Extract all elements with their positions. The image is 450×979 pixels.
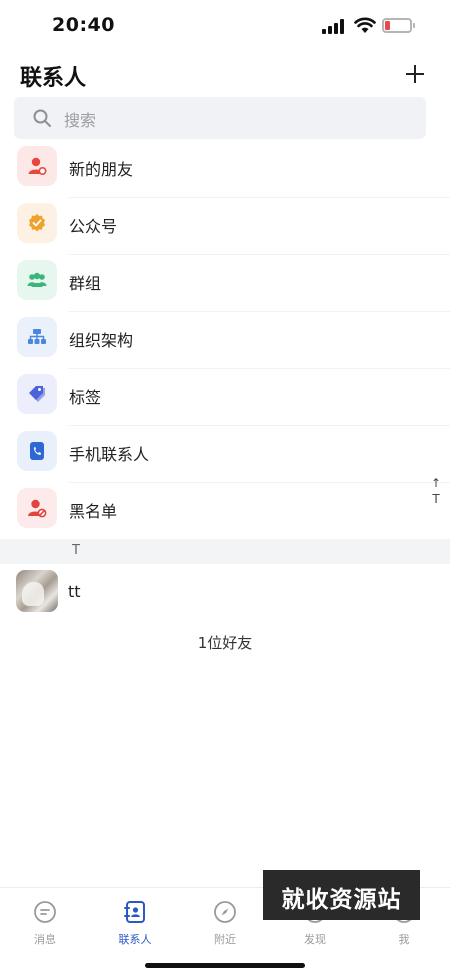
menu-item-groups[interactable]: 群组 xyxy=(0,255,450,312)
group-icon xyxy=(17,260,57,300)
tab-label: 消息 xyxy=(34,933,56,946)
contact-name: tt xyxy=(68,582,81,601)
wifi-icon xyxy=(354,17,376,33)
tab-nearby[interactable]: 附近 xyxy=(190,894,260,948)
menu-label: 标签 xyxy=(69,388,102,407)
contact-row[interactable]: tt xyxy=(0,567,450,619)
tab-messages[interactable]: 消息 xyxy=(10,894,80,948)
watermark: 就收资源站 xyxy=(263,870,420,920)
section-letter: T xyxy=(72,543,80,558)
battery-icon xyxy=(382,18,415,33)
blacklist-icon xyxy=(17,488,57,528)
new-friend-icon xyxy=(17,146,57,186)
message-icon xyxy=(34,901,56,923)
menu-label: 组织架构 xyxy=(69,331,134,350)
status-time: 20:40 xyxy=(52,14,115,36)
signal-icon xyxy=(322,18,348,34)
contacts-icon xyxy=(124,901,145,923)
menu-item-new-friends[interactable]: 新的朋友 xyxy=(0,141,450,198)
tab-label: 我 xyxy=(398,933,410,946)
search-icon xyxy=(33,109,51,127)
status-bar: 20:40 xyxy=(0,0,450,54)
menu-label: 群组 xyxy=(69,274,102,293)
tab-label: 附近 xyxy=(214,933,236,946)
phone-contacts-icon xyxy=(17,431,57,471)
menu-item-tags[interactable]: 标签 xyxy=(0,369,450,426)
page-title: 联系人 xyxy=(20,66,87,91)
official-account-icon xyxy=(17,203,57,243)
menu-label: 手机联系人 xyxy=(69,445,150,464)
menu-label: 新的朋友 xyxy=(69,160,134,179)
menu-label: 公众号 xyxy=(69,217,118,236)
add-contact-button[interactable] xyxy=(398,58,432,90)
avatar xyxy=(16,570,58,612)
tag-icon xyxy=(17,374,57,414)
tab-label: 联系人 xyxy=(118,933,152,946)
alphabet-index[interactable]: ↑ T xyxy=(426,475,446,507)
battery-level xyxy=(385,21,390,30)
menu-label: 黑名单 xyxy=(69,502,118,521)
tab-contacts[interactable]: 联系人 xyxy=(100,894,170,948)
compass-icon xyxy=(214,901,236,923)
search-input[interactable]: 搜索 xyxy=(14,97,426,139)
section-header: T xyxy=(0,539,450,564)
tab-label: 发现 xyxy=(304,933,326,946)
menu-item-blacklist[interactable]: 黑名单 xyxy=(0,483,450,540)
watermark-text: 就收资源站 xyxy=(281,887,402,913)
menu-item-org-structure[interactable]: 组织架构 xyxy=(0,312,450,369)
org-chart-icon xyxy=(17,317,57,357)
friend-count: 1位好友 xyxy=(197,634,253,652)
menu-item-official-accounts[interactable]: 公众号 xyxy=(0,198,450,255)
index-letter[interactable]: T xyxy=(426,491,446,507)
search-placeholder: 搜索 xyxy=(64,111,97,130)
menu-item-phone-contacts[interactable]: 手机联系人 xyxy=(0,426,450,483)
index-top-arrow[interactable]: ↑ xyxy=(426,475,446,491)
home-indicator xyxy=(145,963,305,968)
